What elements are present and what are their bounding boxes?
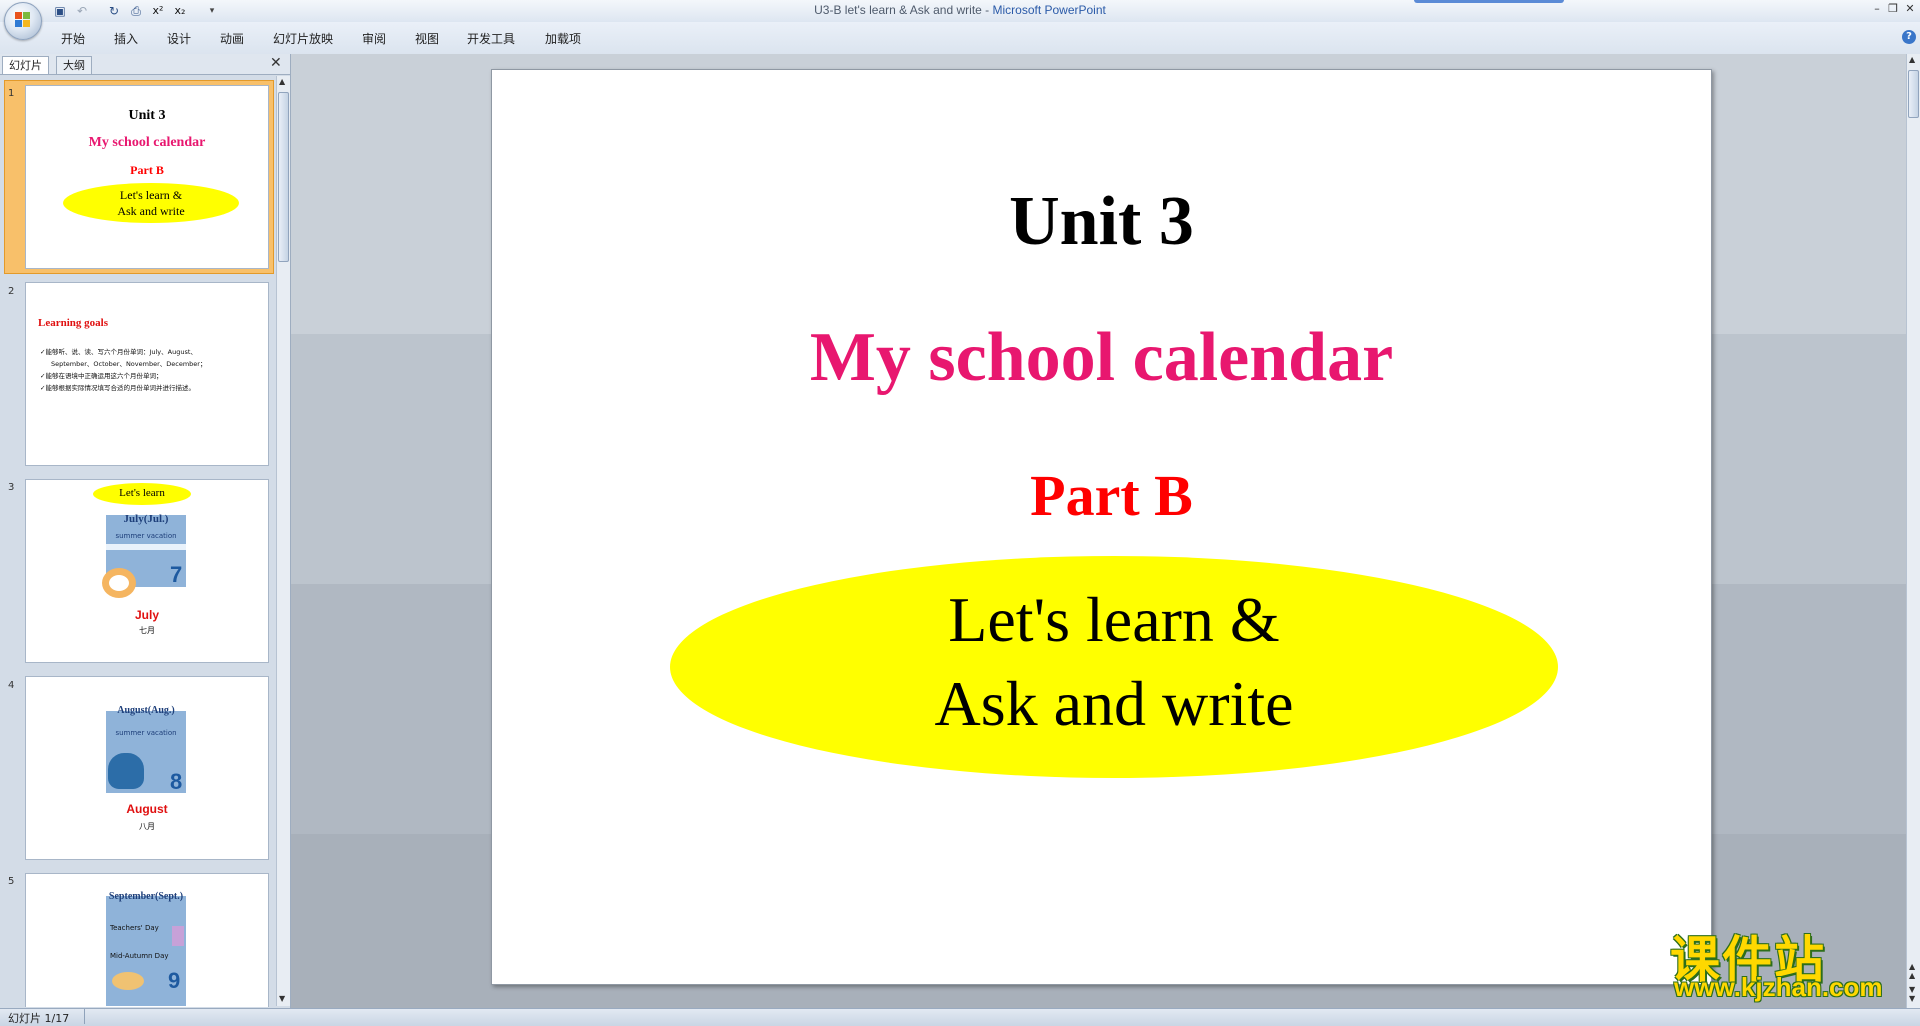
office-button[interactable] xyxy=(4,2,42,40)
thumb-card-sub: summer vacation xyxy=(115,729,177,737)
main-scrollbar[interactable] xyxy=(1906,54,1920,1008)
thumb-card-title: September(Sept.) xyxy=(108,891,184,902)
thumbnail-slide-4[interactable]: August(Aug.) summer vacation 8 August 八月 xyxy=(25,676,269,860)
slide-part[interactable]: Part B xyxy=(502,462,1721,529)
status-bar xyxy=(0,1008,1920,1026)
gift-icon xyxy=(172,926,184,946)
wave-strip xyxy=(106,544,186,550)
thumbnail-number: 5 xyxy=(8,876,15,887)
thumb-digit: 7 xyxy=(170,562,183,587)
undo-icon[interactable]: ↶ xyxy=(74,3,90,19)
mooncake-icon xyxy=(112,972,144,990)
main-scroll-thumb[interactable] xyxy=(1908,70,1919,118)
thumb-title: Unit 3 xyxy=(128,108,166,123)
swim-ring-icon xyxy=(102,568,136,598)
minimize-icon[interactable]: – xyxy=(1870,2,1884,16)
tab-slides[interactable]: 幻灯片 xyxy=(2,56,49,74)
title-accent xyxy=(1414,0,1564,3)
office-logo-icon xyxy=(15,12,31,28)
thumb-card-title: July(Jul.) xyxy=(123,513,169,525)
scroll-up-icon[interactable]: ▲ xyxy=(1909,55,1915,64)
thumb-goals: ✓能够听、说、读、写六个月份单词：July、August、 September、… xyxy=(40,348,207,392)
thumb-oval-text: Let's learn & Ask and write xyxy=(117,188,185,218)
thumbnail-number: 1 xyxy=(8,88,15,99)
tab-home[interactable]: 开始 xyxy=(61,30,85,47)
slide-counter: 幻灯片 1/17 xyxy=(8,1012,70,1025)
thumb-digit: 9 xyxy=(168,968,181,993)
tab-review[interactable]: 审阅 xyxy=(362,30,386,47)
thumbnail-number: 4 xyxy=(8,680,15,691)
tab-developer[interactable]: 开发工具 xyxy=(467,30,515,47)
current-slide[interactable]: Unit 3 My school calendar Part B Let's l… xyxy=(491,69,1712,985)
customize-qat-icon[interactable]: ▾ xyxy=(204,3,220,19)
thumbnail-slide-1[interactable]: Unit 3 My school calendar Part B Let's l… xyxy=(25,85,269,269)
slide-title[interactable]: Unit 3 xyxy=(492,182,1711,262)
thumbnail-slide-5[interactable]: September(Sept.) Teachers' Day Mid-Autum… xyxy=(25,873,269,1007)
prev-slide-icon[interactable]: ▲ ▲ xyxy=(1909,962,1915,980)
thumb-digit: 8 xyxy=(170,769,183,794)
thumb-cn: 八月 xyxy=(139,822,155,831)
save-icon[interactable]: ▣ xyxy=(52,3,68,19)
panel-scroll-thumb[interactable] xyxy=(278,92,289,262)
status-divider xyxy=(84,1009,85,1024)
print-preview-icon[interactable]: ⎙ xyxy=(128,3,144,19)
redo-icon[interactable]: ↻ xyxy=(106,3,122,19)
tab-addins[interactable]: 加载项 xyxy=(545,30,581,47)
thumb-cn: 七月 xyxy=(139,626,155,635)
tab-design[interactable]: 设计 xyxy=(167,30,191,47)
next-slide-icon[interactable]: ▼ ▼ xyxy=(1909,985,1915,1003)
thumb-card-sub: summer vacation xyxy=(115,532,177,540)
tab-outline[interactable]: 大纲 xyxy=(56,56,92,74)
thumbnail-slide-3[interactable]: Let's learn July(Jul.) summer vacation 7… xyxy=(25,479,269,663)
window-title: U3-B let's learn & Ask and write - Micro… xyxy=(814,3,1106,17)
thumb-month: August xyxy=(126,802,168,816)
help-icon[interactable]: ? xyxy=(1902,30,1916,44)
tab-insert[interactable]: 插入 xyxy=(114,30,138,47)
thumb-card-sub2: Mid-Autumn Day xyxy=(110,952,169,960)
restore-icon[interactable]: ❐ xyxy=(1886,2,1900,16)
thumb-part: Part B xyxy=(130,163,164,177)
thumb-card-title: August(Aug.) xyxy=(117,705,175,716)
subscript-icon[interactable]: x₂ xyxy=(172,3,188,19)
close-panel-icon[interactable]: ✕ xyxy=(270,55,282,71)
scroll-down-icon[interactable]: ▼ xyxy=(279,994,285,1003)
tab-animations[interactable]: 动画 xyxy=(220,30,244,47)
thumb-heading: Learning goals xyxy=(38,317,108,329)
tab-slideshow[interactable]: 幻灯片放映 xyxy=(273,30,333,47)
scroll-up-icon[interactable]: ▲ xyxy=(279,77,285,86)
thumb-tag: Let's learn xyxy=(119,487,165,499)
backpack-icon xyxy=(108,753,144,789)
thumb-subtitle: My school calendar xyxy=(88,135,206,150)
thumbnail-number: 2 xyxy=(8,286,15,297)
tab-view[interactable]: 视图 xyxy=(415,30,439,47)
thumbnail-number: 3 xyxy=(8,482,15,493)
close-icon[interactable]: ✕ xyxy=(1903,2,1917,16)
thumbnail-slide-2[interactable]: Learning goals ✓能够听、说、读、写六个月份单词：July、Aug… xyxy=(25,282,269,466)
watermark-url: www.kjzhan.com xyxy=(1674,972,1883,1002)
thumb-card-sub: Teachers' Day xyxy=(110,924,159,932)
slide-subtitle[interactable]: My school calendar xyxy=(492,318,1711,398)
thumb-month: July xyxy=(134,608,159,622)
superscript-icon[interactable]: x² xyxy=(150,3,166,19)
slide-oval-text[interactable]: Let's learn & Ask and write xyxy=(670,578,1558,746)
